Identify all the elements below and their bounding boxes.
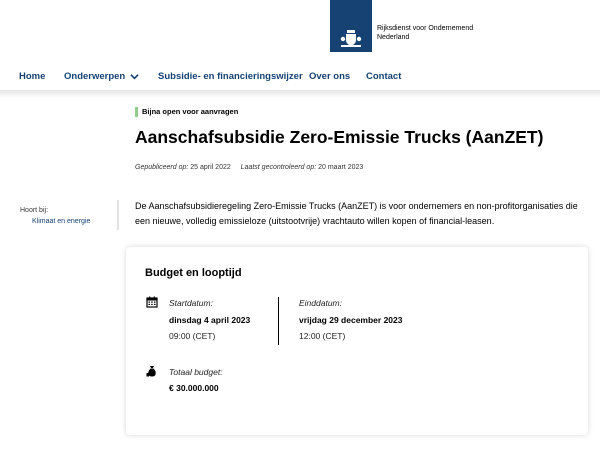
budget-card: Budget en looptijd Startdatum: dinsdag 4… — [126, 247, 588, 435]
sidebar-divider — [117, 200, 119, 230]
end-label: Einddatum: — [299, 298, 342, 308]
nav-home-label: Home — [19, 70, 46, 82]
budget-value: € 30.000.000 — [169, 383, 219, 393]
status-badge: Bijna open voor aanvragen — [135, 107, 238, 117]
start-time: 09:00 (CET) — [169, 331, 216, 341]
start-label: Startdatum: — [169, 298, 213, 308]
logo-emblem — [330, 0, 372, 52]
checked-date: 20 maart 2023 — [318, 164, 364, 171]
coat-of-arms-icon — [340, 30, 362, 47]
calendar-icon — [146, 296, 158, 308]
end-time: 12:00 (CET) — [299, 331, 346, 341]
logo-line-2: Nederland — [377, 34, 410, 41]
start-date: dinsdag 4 april 2023 — [169, 315, 251, 325]
card-title: Budget en looptijd — [145, 267, 242, 279]
nav-onderwerpen-label: Onderwerpen — [64, 70, 126, 82]
published-label: Gepubliceerd op: — [135, 164, 189, 171]
page-title: Aanschafsubsidie Zero-Emissie Trucks (Aa… — [135, 127, 544, 147]
sidebar-label: Hoort bij: — [20, 207, 49, 214]
intro-text: De Aanschafsubsidieregeling Zero-Emissie… — [135, 201, 578, 226]
logo-line-1: Rijksdienst voor Ondernemend — [377, 25, 474, 32]
nav-shadow — [0, 90, 600, 98]
nav-contact-label: Contact — [366, 70, 402, 82]
date-divider — [278, 297, 279, 345]
nav-contact[interactable]: Contact — [366, 71, 401, 82]
page-meta: Gepubliceerd op: 25 april 2022 Laatst ge… — [135, 164, 363, 171]
nav-over-ons[interactable]: Over ons — [309, 71, 350, 82]
published-date: 25 april 2022 — [190, 164, 231, 171]
rvo-logo[interactable]: Rijksdienst voor Ondernemend Nederland — [330, 0, 473, 52]
nav-over-ons-label: Over ons — [309, 70, 351, 82]
checked-label: Laatst gecontroleerd op: — [240, 164, 317, 171]
main-nav: Home Onderwerpen Subsidie- en financieri… — [0, 64, 600, 88]
nav-subsidiewijzer-label: Subsidie- en financieringswijzer — [158, 70, 303, 82]
nav-home[interactable]: Home — [19, 71, 45, 82]
sidebar-related: Hoort bij: Klimaat en energie — [20, 205, 90, 227]
budget-label: Totaal budget: — [169, 367, 223, 377]
logo-text: Rijksdienst voor Ondernemend Nederland — [372, 0, 473, 52]
money-bag-icon — [146, 366, 156, 377]
nav-onderwerpen[interactable]: Onderwerpen — [64, 71, 139, 82]
sidebar-link-klimaat[interactable]: Klimaat en energie — [20, 216, 90, 227]
chevron-down-icon — [130, 73, 139, 79]
end-date: vrijdag 29 december 2023 — [299, 315, 403, 325]
nav-subsidiewijzer[interactable]: Subsidie- en financieringswijzer — [158, 71, 303, 82]
